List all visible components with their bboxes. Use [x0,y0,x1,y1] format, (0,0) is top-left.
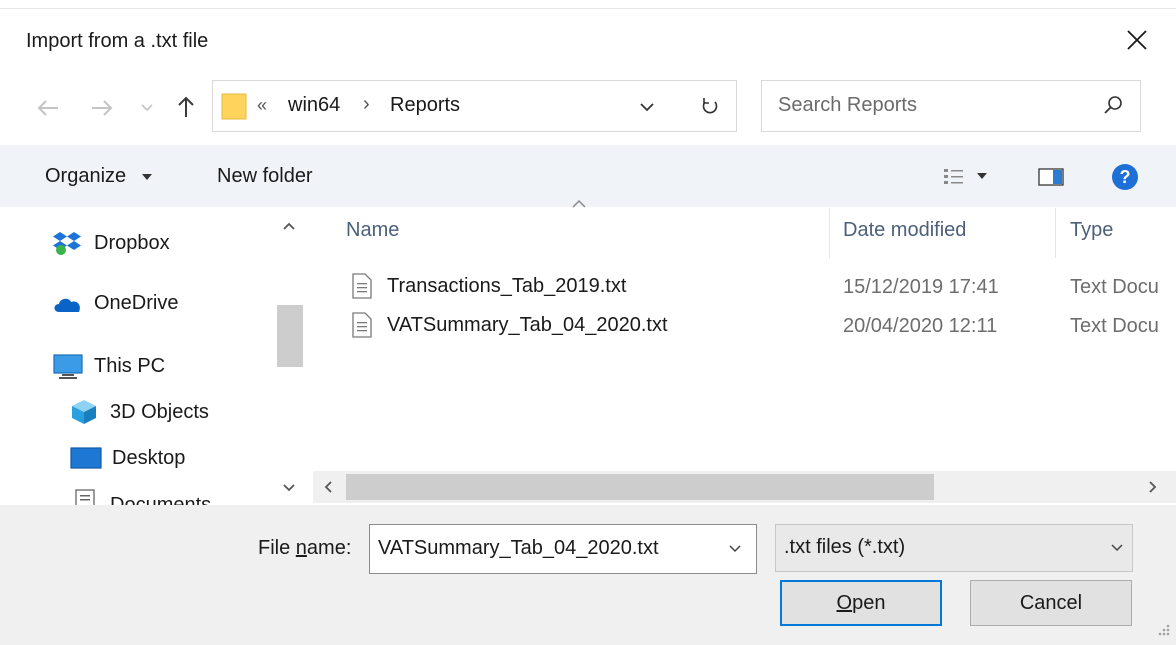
file-type: Text Docu [1070,315,1159,337]
chevron-down-icon [141,104,153,112]
nav-item-this-pc[interactable]: This PC [52,352,165,380]
file-type-value: .txt files (*.txt) [784,536,906,558]
dropbox-icon [53,232,81,255]
file-date: 20/04/2020 12:11 [843,315,998,337]
chevron-down-icon [1111,544,1123,552]
nav-item-3d-objects[interactable]: 3D Objects [70,398,209,426]
close-icon [1127,30,1147,50]
documents-icon [75,489,95,505]
nav-pane-scroll-thumb[interactable] [277,305,303,367]
refresh-icon [702,98,717,114]
search-icon[interactable] [1102,95,1124,117]
nav-item-label: Documents [110,494,212,505]
file-name: Transactions_Tab_2019.txt [387,274,627,297]
scroll-right-icon[interactable] [1147,479,1159,495]
file-name-field[interactable]: VATSummary_Tab_04_2020.txt [369,524,757,574]
cancel-button[interactable]: Cancel [970,580,1132,626]
file-name-label: File name: [258,537,351,560]
details-view-icon [944,169,963,184]
desktop-icon [70,447,102,469]
up-arrow-icon [178,96,194,117]
preview-pane-button[interactable] [1034,162,1068,192]
nav-item-documents[interactable]: Documents [74,488,211,505]
horizontal-scroll-thumb[interactable] [346,474,934,500]
sort-ascending-icon [572,199,586,208]
address-overflow-icon[interactable]: « [257,95,267,116]
text-file-icon [352,312,372,338]
scroll-up-icon[interactable] [281,220,297,232]
file-name: VATSummary_Tab_04_2020.txt [387,313,668,336]
column-header-name[interactable]: Name [346,219,399,242]
back-arrow-icon [37,100,58,116]
import-dialog: Import from a .txt file « win64 › Report… [0,0,1176,645]
organize-label: Organize [45,165,127,187]
open-accesskey: O [836,591,853,614]
dialog-title: Import from a .txt file [26,30,209,52]
folder-icon [221,93,247,120]
recent-locations-button[interactable] [136,96,158,118]
help-button[interactable]: ? [1108,160,1142,194]
window-top-edge [0,0,1176,9]
3d-objects-icon [72,400,96,424]
breadcrumb-separator[interactable]: › [363,93,370,116]
search-input[interactable]: Search Reports [778,94,917,117]
column-divider[interactable] [829,208,830,258]
nav-item-label: 3D Objects [110,400,209,423]
nav-item-dropbox[interactable]: Dropbox [52,230,170,256]
file-name-input[interactable]: VATSummary_Tab_04_2020.txt [378,537,659,560]
forward-arrow-icon [92,100,113,116]
chevron-down-icon[interactable] [728,544,742,554]
file-name-label-part: File [258,537,296,559]
column-header-date-modified[interactable]: Date modified [843,219,966,242]
chevron-down-icon [640,103,654,112]
new-folder-button[interactable]: New folder [217,165,313,188]
forward-button[interactable] [84,90,120,126]
scroll-down-icon[interactable] [281,482,297,494]
file-date: 15/12/2019 17:41 [843,276,999,298]
nav-item-label: OneDrive [94,292,179,314]
nav-item-label: Dropbox [94,231,170,254]
text-file-icon [352,273,372,299]
resize-grip-icon[interactable] [1150,620,1172,642]
open-label: pen [852,591,886,614]
close-button[interactable] [1112,17,1162,63]
nav-item-label: This PC [94,354,166,377]
nav-item-onedrive[interactable]: OneDrive [52,292,178,315]
onedrive-icon [54,298,80,312]
column-header-type[interactable]: Type [1070,219,1113,242]
file-name-label-part: ame: [306,537,352,559]
address-dropdown-button[interactable] [632,92,662,122]
view-options-button[interactable] [930,160,1000,192]
organize-button[interactable]: Organize [45,165,154,188]
back-button[interactable] [30,90,66,126]
pc-icon [53,354,83,379]
caret-down-icon [141,174,152,180]
file-row[interactable]: Transactions_Tab_2019.txt [350,272,626,300]
column-divider[interactable] [1055,208,1056,258]
nav-item-desktop[interactable]: Desktop [70,445,185,471]
breadcrumb-win64[interactable]: win64 [288,94,340,117]
preview-pane-icon [1038,168,1064,186]
caret-down-icon [977,173,987,179]
file-type: Text Docu [1070,276,1159,298]
scroll-left-icon[interactable] [322,479,334,495]
open-button[interactable]: Open [780,580,942,626]
refresh-button[interactable] [683,80,737,132]
file-type-select[interactable]: .txt files (*.txt) [775,524,1133,572]
help-icon: ? [1112,164,1138,190]
file-list [313,207,1176,505]
file-row[interactable]: VATSummary_Tab_04_2020.txt [350,311,668,339]
breadcrumb-reports[interactable]: Reports [390,94,460,117]
file-name-label-accesskey: n [295,537,307,559]
nav-item-label: Desktop [112,446,186,469]
up-button[interactable] [168,88,204,126]
svg-text:?: ? [1120,167,1131,187]
